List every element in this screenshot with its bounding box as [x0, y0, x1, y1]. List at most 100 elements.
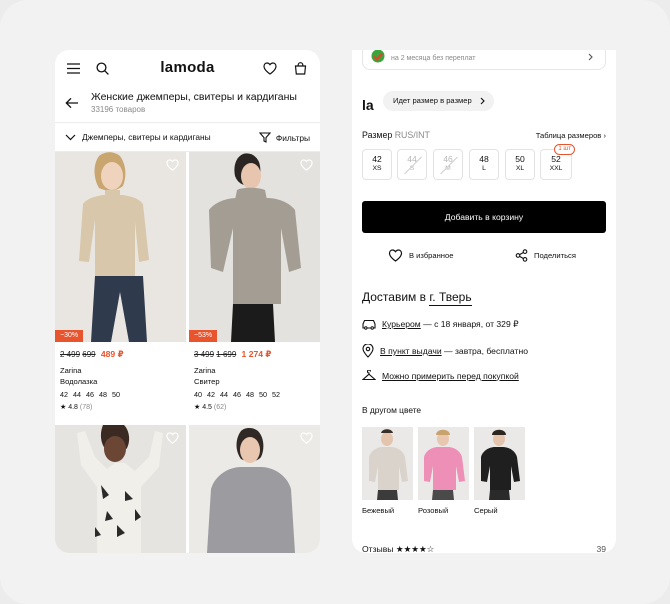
pickup-link[interactable]: В пункт выдачи: [380, 346, 442, 356]
category-dropdown[interactable]: Джемперы, свитеры и кардиганы: [65, 132, 211, 142]
delivery-prefix: Доставим в: [362, 290, 427, 304]
favorite-icon[interactable]: [300, 158, 313, 176]
delivery-try-on[interactable]: Можно примерить перед покупкой: [362, 370, 519, 381]
color-variant-label: Серый: [474, 506, 498, 515]
rating-value: ★ 4.5: [194, 404, 212, 411]
chevron-down-icon: [65, 134, 76, 140]
heart-icon[interactable]: [262, 60, 278, 76]
size-table-link[interactable]: Таблица размеров ›: [536, 131, 606, 140]
category-label: Джемперы, свитеры и кардиганы: [82, 132, 211, 142]
color-variant-thumb[interactable]: [418, 427, 469, 500]
fit-hint-pill[interactable]: Идет размер в размер: [383, 91, 494, 111]
product-type: Свитер: [194, 377, 220, 386]
size-heading: Размер RUS/INT: [362, 130, 430, 140]
size-option[interactable]: 48 L: [469, 149, 499, 180]
hanger-icon: [362, 370, 376, 381]
old-price: 2 499: [60, 350, 81, 359]
size-number: 50: [515, 154, 525, 164]
share-label: Поделиться: [534, 251, 576, 260]
bank-logo-icon: [371, 50, 385, 63]
product-photo[interactable]: [189, 152, 320, 342]
price: 3 499 1 699 1 274 ₽: [194, 349, 271, 360]
lamoda-logo[interactable]: lamoda: [55, 59, 320, 76]
other-colors-heading: В другом цвете: [362, 405, 422, 415]
courier-text: — с 18 января, от 329 ₽: [420, 319, 519, 329]
size-system: RUS/INT: [394, 130, 430, 140]
rating: ★ 4.5 (62): [194, 403, 226, 411]
product-count: 33196 товаров: [91, 105, 146, 114]
add-to-favorites-button[interactable]: В избранное: [388, 249, 453, 262]
courier-link[interactable]: Курьером: [382, 319, 421, 329]
top-bar: lamoda: [55, 50, 320, 86]
size-number: 46: [443, 154, 453, 164]
city-selector[interactable]: г. Тверь: [429, 290, 472, 306]
brand-short: la: [362, 97, 374, 113]
size-letter: XS: [372, 165, 382, 172]
rating-count: (78): [79, 404, 93, 411]
old-price: 3 499: [194, 350, 215, 359]
product-card[interactable]: −30% 2 499 699 489 ₽ Zarina Водолазка 42…: [55, 152, 186, 424]
size-number: 52: [551, 154, 561, 164]
size-letter: XXL: [549, 165, 563, 172]
bag-icon[interactable]: [292, 60, 308, 76]
page-title: Женские джемперы, свитеры и кардиганы: [91, 91, 297, 103]
car-icon: [362, 319, 376, 330]
size-letter: M: [445, 165, 451, 172]
rating-count: (62): [213, 404, 227, 411]
add-to-cart-button[interactable]: Добавить в корзину: [362, 201, 606, 233]
filter-bar: Джемперы, свитеры и кардиганы Фильтры: [55, 122, 320, 152]
delivery-heading: Доставим в г. Тверь: [362, 290, 472, 306]
title-bar: Женские джемперы, свитеры и кардиганы 33…: [55, 86, 320, 122]
size-list: 40 42 44 46 48 50 52: [194, 390, 280, 399]
try-on-link[interactable]: Можно примерить перед покупкой: [382, 371, 519, 381]
favorite-icon[interactable]: [166, 158, 179, 176]
product-card[interactable]: [189, 425, 320, 553]
chevron-right-icon: ›: [603, 131, 606, 140]
brand-name: Zarina: [194, 366, 216, 375]
fit-hint-label: Идет размер в размер: [393, 96, 472, 105]
reviews-link[interactable]: Отзывы ★★★★☆: [362, 544, 434, 553]
discount-badge: −53%: [189, 330, 218, 342]
catalog-screen: lamoda Женские джемперы, свитеры и карди…: [55, 50, 320, 553]
color-variant-thumb[interactable]: [362, 427, 413, 500]
pickup-text: — завтра, бесплатно: [441, 346, 528, 356]
size-list: 42 44 46 48 50: [60, 390, 120, 399]
installment-text: на 2 месяца без переплат: [391, 55, 476, 62]
size-option-unavailable[interactable]: 46 M: [433, 149, 463, 180]
size-table-label: Таблица размеров: [535, 131, 602, 140]
share-button[interactable]: Поделиться: [515, 249, 576, 262]
product-card[interactable]: −53% 3 499 1 699 1 274 ₽ Zarina Свитер 4…: [189, 152, 320, 424]
heart-icon: [388, 249, 403, 262]
delivery-pickup[interactable]: В пункт выдачи — завтра, бесплатно: [362, 344, 528, 358]
size-option-unavailable[interactable]: 44 S: [397, 149, 427, 180]
filters-button[interactable]: Фильтры: [258, 132, 310, 143]
share-icon: [515, 249, 528, 262]
filters-label: Фильтры: [275, 132, 310, 143]
size-number: 42: [372, 154, 382, 164]
product-photo[interactable]: [55, 152, 186, 342]
chevron-right-icon: [480, 97, 485, 105]
favorite-icon[interactable]: [300, 431, 313, 449]
mid-price: 1 699: [216, 350, 237, 359]
product-screen: на 2 месяца без переплат la Идет размер …: [352, 50, 616, 553]
size-letter: L: [482, 165, 486, 172]
pin-icon: [362, 344, 374, 358]
chevron-right-icon: [588, 53, 593, 61]
size-letter: S: [409, 165, 415, 172]
favorite-icon[interactable]: [166, 431, 179, 449]
size-option[interactable]: 42 XS: [362, 149, 392, 180]
discount-badge: −30%: [55, 330, 84, 342]
reviews-count: 39: [596, 544, 606, 553]
favorites-label: В избранное: [409, 251, 454, 260]
size-option[interactable]: 50 XL: [505, 149, 535, 180]
delivery-courier[interactable]: Курьером — с 18 января, от 329 ₽: [362, 319, 519, 330]
product-card[interactable]: [55, 425, 186, 553]
back-arrow-icon[interactable]: [64, 96, 80, 110]
size-number: 48: [479, 154, 489, 164]
size-option[interactable]: 52 XXL 1 шт: [540, 144, 575, 180]
color-variant-thumb[interactable]: [474, 427, 525, 500]
price: 2 499 699 489 ₽: [60, 349, 124, 360]
new-price: 1 274 ₽: [241, 349, 272, 359]
product-type: Водолазка: [60, 377, 98, 386]
installment-banner[interactable]: на 2 месяца без переплат: [362, 50, 606, 70]
